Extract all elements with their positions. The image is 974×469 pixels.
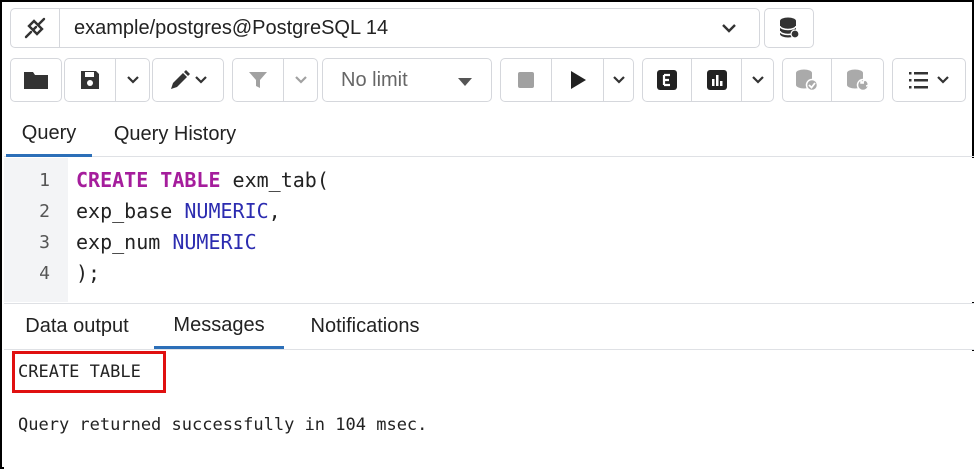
sql-keyword: CREATE TABLE <box>76 168 221 192</box>
caret-down-icon <box>458 78 472 86</box>
messages-panel: CREATE TABLE Query returned successfully… <box>4 351 974 469</box>
query-tool-window: example/postgres@PostgreSQL 14 No limit … <box>0 0 974 469</box>
sql-editor[interactable]: 1 2 3 4 CREATE TABLE exm_tab( exp_base N… <box>4 158 974 302</box>
chevron-down-icon <box>722 24 736 33</box>
stop-icon <box>518 72 534 88</box>
explain-options-dropdown[interactable] <box>742 58 774 102</box>
macros-dropdown-button[interactable] <box>892 58 966 102</box>
filter-button[interactable] <box>232 58 284 102</box>
tab-data-output[interactable]: Data output <box>8 304 146 349</box>
sql-identifier: exp_num <box>76 230 173 254</box>
filter-options-dropdown[interactable] <box>284 58 318 102</box>
plug-disconnected-icon <box>24 17 46 39</box>
list-icon <box>909 72 928 89</box>
save-file-button[interactable] <box>64 58 116 102</box>
connection-select[interactable]: example/postgres@PostgreSQL 14 <box>60 8 760 48</box>
code-line: exp_num NUMERIC <box>76 230 257 254</box>
tab-query-history[interactable]: Query History <box>100 112 250 157</box>
line-number: 2 <box>39 201 50 222</box>
tab-query[interactable]: Query <box>6 112 92 157</box>
execute-options-dropdown[interactable] <box>604 58 634 102</box>
sql-identifier: exp_base <box>76 199 185 223</box>
edit-dropdown-button[interactable] <box>152 58 224 102</box>
sql-punctuation: ); <box>76 261 101 285</box>
rollback-button[interactable] <box>832 58 884 102</box>
chevron-down-icon <box>612 76 625 84</box>
database-connect-button[interactable] <box>764 8 814 48</box>
explain-button[interactable] <box>642 58 692 102</box>
explain-e-icon <box>657 70 677 90</box>
output-tabs: Data output Messages Notifications <box>4 303 974 350</box>
execute-query-button[interactable] <box>552 58 604 102</box>
chevron-down-icon <box>126 76 139 84</box>
filter-icon <box>249 72 267 88</box>
open-file-button[interactable] <box>10 58 62 102</box>
sql-type: NUMERIC <box>172 230 257 254</box>
sql-punctuation: , <box>268 199 281 223</box>
chevron-down-icon <box>294 76 307 84</box>
pen-icon <box>171 70 190 89</box>
stop-query-button[interactable] <box>500 58 552 102</box>
database-icon <box>779 17 800 39</box>
line-number-gutter: 1 2 3 4 <box>4 158 68 302</box>
play-icon <box>570 71 586 89</box>
database-check-icon <box>796 69 819 92</box>
bar-chart-icon <box>706 70 727 90</box>
save-options-dropdown[interactable] <box>116 58 150 102</box>
code-line: exp_base NUMERIC, <box>76 199 281 223</box>
sql-type: NUMERIC <box>184 199 269 223</box>
sql-identifier: exm_tab( <box>220 168 329 192</box>
row-limit-value: No limit <box>341 68 408 91</box>
code-line: ); <box>76 261 100 285</box>
row-limit-select[interactable]: No limit <box>322 58 492 102</box>
chevron-down-icon <box>937 76 949 84</box>
folder-icon <box>24 72 48 89</box>
line-number: 1 <box>39 170 50 191</box>
line-number: 3 <box>39 232 50 253</box>
connection-bar: example/postgres@PostgreSQL 14 <box>10 8 760 48</box>
tab-notifications[interactable]: Notifications <box>292 304 438 349</box>
explain-analyze-button[interactable] <box>692 58 742 102</box>
connection-label: example/postgres@PostgreSQL 14 <box>74 16 389 39</box>
result-message: Query returned successfully in 104 msec. <box>18 415 428 435</box>
chevron-down-icon <box>195 76 207 84</box>
database-undo-icon <box>846 69 870 92</box>
chevron-down-icon <box>751 76 764 84</box>
line-number: 4 <box>39 263 50 284</box>
connection-status-button[interactable] <box>10 8 60 48</box>
commit-button[interactable] <box>782 58 832 102</box>
code-line: CREATE TABLE exm_tab( <box>76 168 329 192</box>
status-message: CREATE TABLE <box>18 362 141 382</box>
save-icon <box>81 71 99 89</box>
tab-messages[interactable]: Messages <box>154 304 284 349</box>
query-tabs: Query Query History <box>4 112 974 157</box>
